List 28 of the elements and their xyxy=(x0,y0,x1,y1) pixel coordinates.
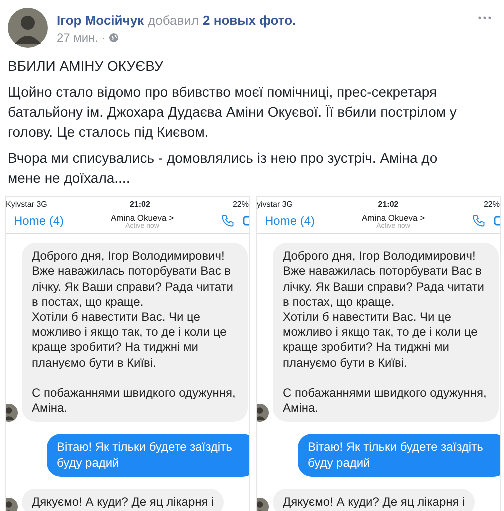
received-message: Доброго дня, Ігор Володимирович! Вже наважилась поторбувати Вас в лічку. Як Ваши справи? Рада читати в постах, що краще. Хотіли б навестити Вас. Чи це можливо і якщо так, то де і коли це краще зробити? На тиджні ми плануємо бути в Київі. С побажаннями швидкого одужуння, Аміна. xyxy=(22,243,248,422)
post-paragraph: Щойно стало відомо про вбивство моєї помічниці, прес-секретаря батальйону ім. Джохара Дудаєва Аміни Окуєвої. Її вбили пострілом у голову. Це сталось під Києвом. xyxy=(8,83,458,142)
contact-name[interactable]: Amina Okueva > xyxy=(110,212,174,223)
battery-text: 22% xyxy=(484,200,500,209)
carrier-text: Kyivstar 3G xyxy=(6,200,48,209)
clock-text: 21:02 xyxy=(378,200,399,209)
globe-icon xyxy=(108,33,119,43)
more-icon[interactable] xyxy=(478,16,492,20)
carrier-text: yivstar 3G xyxy=(257,200,294,209)
post-paragraph: Вчора ми списувались - домовлялись із нею про зустріч. Аміна до мене не доїхала.... xyxy=(8,149,439,188)
clock-text: 21:02 xyxy=(130,200,150,209)
phone-icon[interactable] xyxy=(221,214,235,228)
back-link[interactable]: Home (4) xyxy=(265,214,316,228)
back-link[interactable]: Home (4) xyxy=(14,214,64,228)
battery-text: 22% xyxy=(232,200,249,209)
post-title: ВБИЛИ АМІНУ ОКУЄВУ xyxy=(8,57,164,76)
sent-message: Вітаю! Як тільки будете заїздіть буду радий xyxy=(47,434,249,477)
received-message: Дякуємо! А куди? Де яц лікарня і xyxy=(22,488,224,511)
phone-icon[interactable] xyxy=(472,214,486,228)
action-text: добавил xyxy=(148,13,200,28)
photos-link[interactable]: 2 новых фото. xyxy=(203,13,296,28)
sent-message: Вітаю! Як тільки будете заїздіть буду радий xyxy=(298,434,500,477)
contact-name[interactable]: Amina Okueva > xyxy=(362,212,426,223)
received-message: Доброго дня, Ігор Володимирович! Вже наважилась поторбувати Вас в лічку. Як Ваши справи? Рада читати в постах, що краще. Хотіли б навестити Вас. Чи це можливо і якщо так, то де і коли це краще зробити? На тиджні ми плануємо бути в Київі. С побажаннями швидкого одужуння, Аміна. xyxy=(273,243,499,422)
received-message: Дякуємо! А куди? Де яц лікарня і xyxy=(273,488,476,511)
avatar xyxy=(8,8,48,48)
author-link[interactable]: Ігор Мосійчук xyxy=(57,13,144,28)
separator-text: · xyxy=(102,31,106,45)
